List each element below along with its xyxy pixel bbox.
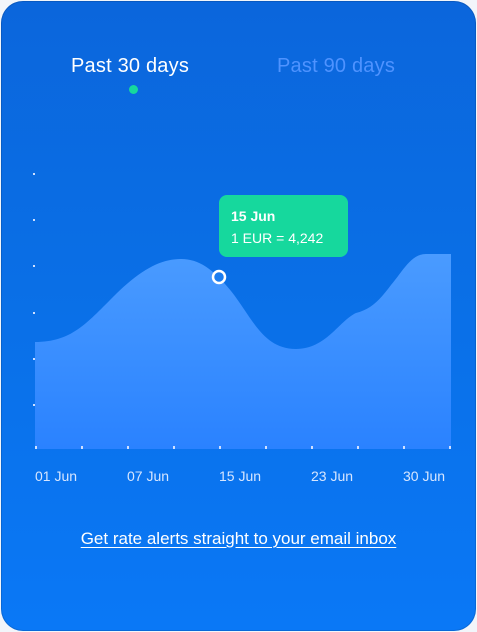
x-tick-label: 23 Jun [311, 468, 353, 484]
rate-tooltip: 15 Jun 1 EUR = 4,242 [219, 195, 348, 257]
x-tick [219, 446, 221, 449]
selected-data-point[interactable] [211, 269, 227, 285]
tooltip-rate: 1 EUR = 4,242 [231, 230, 324, 246]
x-tick [127, 446, 129, 449]
y-tick [33, 358, 35, 360]
y-tick [33, 312, 35, 314]
x-tick [35, 446, 37, 449]
x-tick [449, 446, 451, 449]
rate-chart-card: Past 30 days Past 90 days 01 Jun 07 Jun … [1, 1, 476, 631]
y-tick [33, 265, 35, 267]
x-tick [357, 446, 359, 449]
y-tick [33, 404, 35, 406]
x-tick [311, 446, 313, 449]
rate-alerts-link[interactable]: Get rate alerts straight to your email i… [1, 529, 476, 549]
y-tick [33, 219, 35, 221]
tooltip-date: 15 Jun [231, 208, 276, 224]
x-tick [403, 446, 405, 449]
x-tick-label: 07 Jun [127, 468, 169, 484]
x-tick [265, 446, 267, 449]
x-tick-label: 15 Jun [219, 468, 261, 484]
y-axis [33, 173, 35, 406]
x-tick-label: 01 Jun [35, 468, 77, 484]
rate-area-series [35, 254, 451, 449]
x-tick [173, 446, 175, 449]
x-tick-label: 30 Jun [403, 468, 445, 484]
x-tick [81, 446, 83, 449]
y-tick [33, 173, 35, 175]
